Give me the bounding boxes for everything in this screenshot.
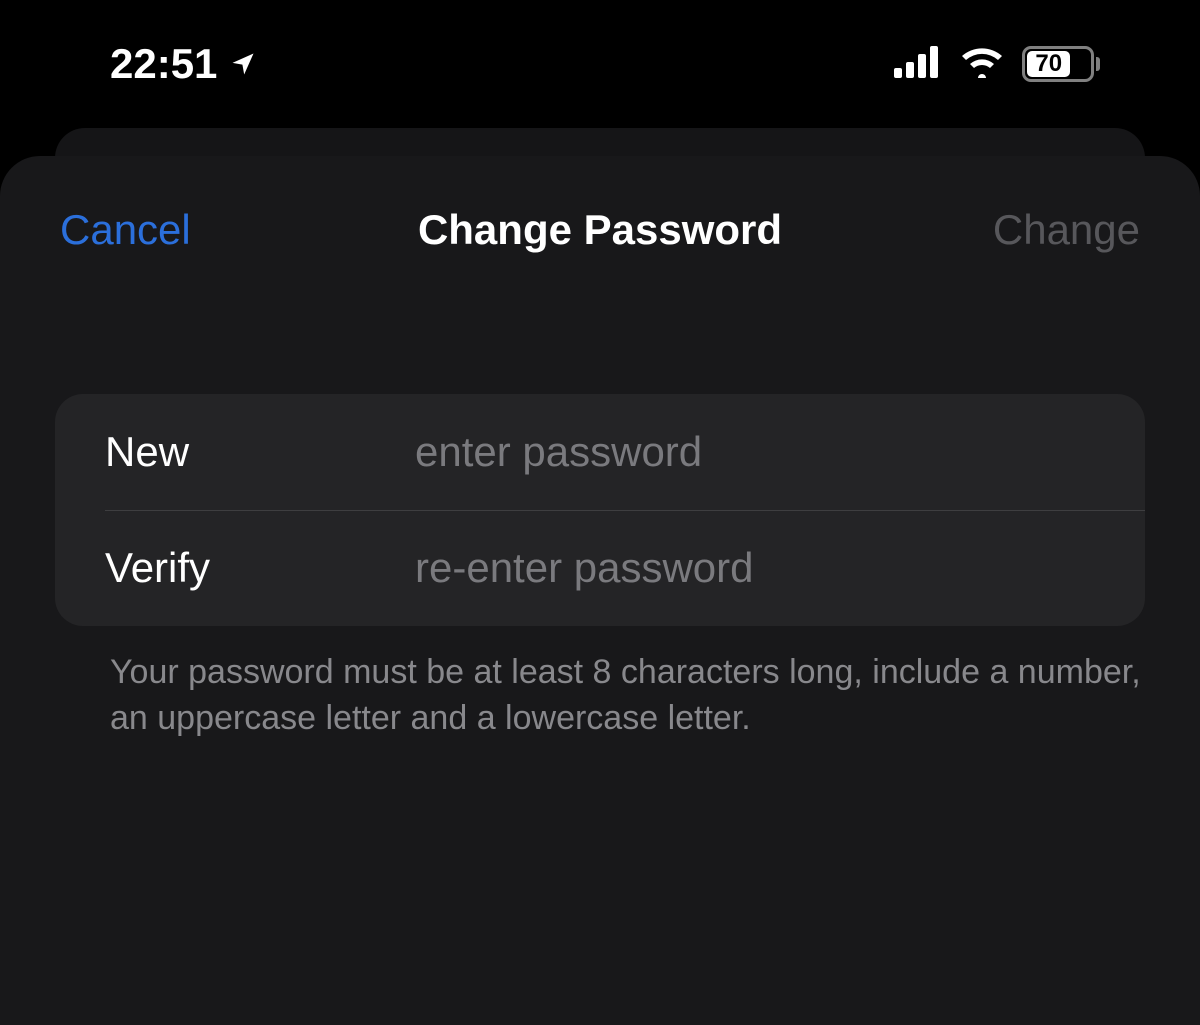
change-password-modal: Cancel Change Password Change New Verify… <box>0 156 1200 1025</box>
new-password-input[interactable] <box>415 428 1095 476</box>
verify-password-input[interactable] <box>415 544 1095 592</box>
password-form-group: New Verify <box>55 394 1145 626</box>
status-bar: 22:51 <box>0 0 1200 118</box>
status-right: 70 <box>894 43 1100 85</box>
screen: 22:51 <box>0 0 1200 1025</box>
location-icon <box>229 43 257 85</box>
cancel-button[interactable]: Cancel <box>60 206 191 254</box>
modal-title: Change Password <box>418 206 782 254</box>
modal-header: Cancel Change Password Change <box>0 156 1200 304</box>
verify-password-row: Verify <box>55 510 1145 626</box>
battery-icon: 70 <box>1022 46 1100 82</box>
battery-percent: 70 <box>1035 50 1062 78</box>
status-left: 22:51 <box>110 40 257 88</box>
verify-password-label: Verify <box>105 544 415 592</box>
new-password-label: New <box>105 428 415 476</box>
password-help-text: Your password must be at least 8 charact… <box>0 626 1200 742</box>
row-divider <box>105 510 1145 511</box>
battery-fill: 70 <box>1027 51 1070 77</box>
new-password-row: New <box>55 394 1145 510</box>
status-time: 22:51 <box>110 40 217 88</box>
wifi-icon <box>960 43 1004 85</box>
cellular-signal-icon <box>894 43 942 85</box>
change-button[interactable]: Change <box>993 206 1140 254</box>
